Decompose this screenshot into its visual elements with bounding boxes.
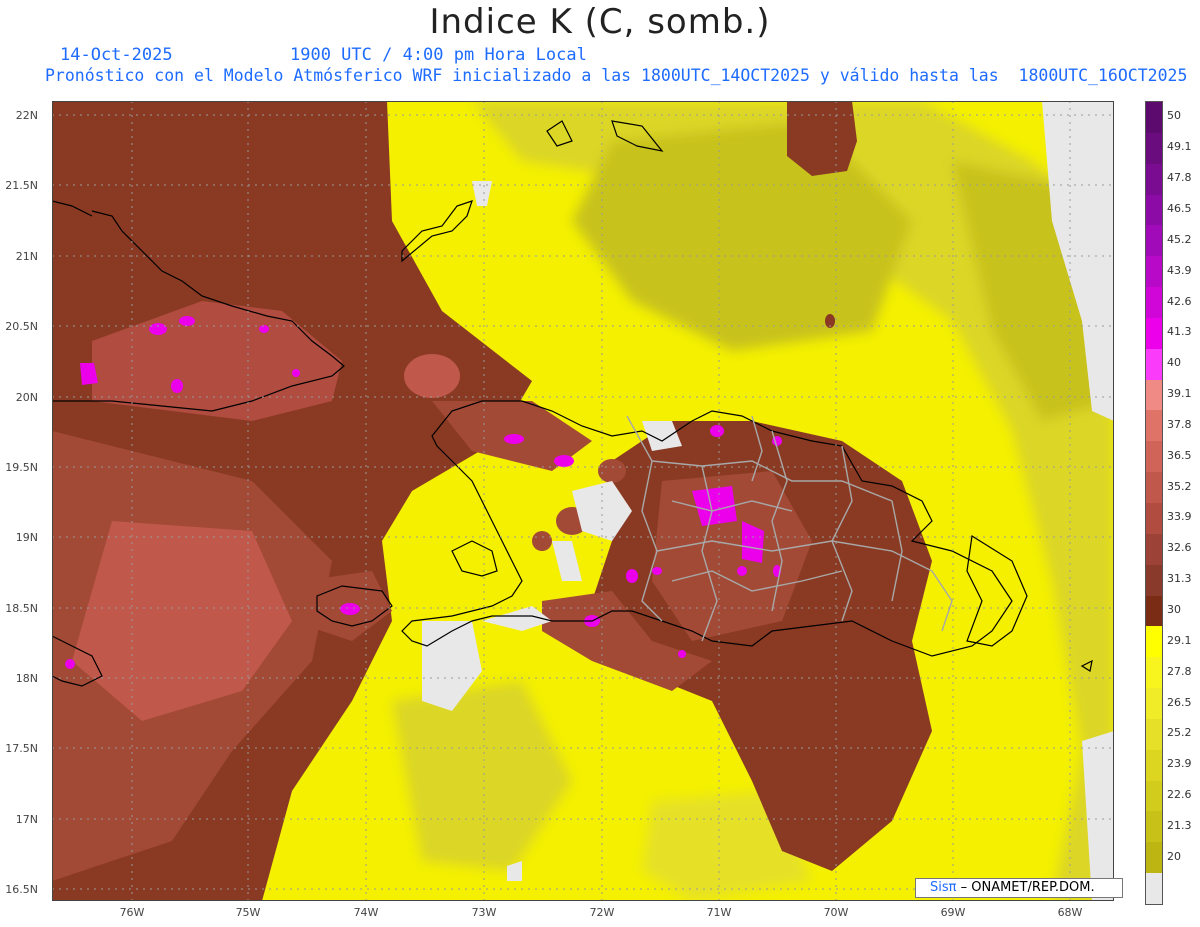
- k-index-map: [52, 101, 1114, 901]
- lat-label: 19N: [15, 531, 38, 544]
- color-scale-label: 37.8: [1167, 417, 1192, 431]
- color-scale-label: 47.8: [1167, 171, 1192, 185]
- color-scale-segment: [1146, 348, 1162, 381]
- color-scale-label: 40: [1167, 356, 1181, 370]
- color-scale-label: 42.6: [1167, 294, 1192, 308]
- color-scale-label: 31.3: [1167, 572, 1192, 586]
- color-scale-segment: [1146, 533, 1162, 566]
- color-scale-label: 50: [1167, 109, 1181, 123]
- color-scale-segment: [1146, 811, 1162, 843]
- lat-label: 19.5N: [5, 461, 38, 474]
- color-scale-label: 41.3: [1167, 325, 1192, 339]
- color-scale-label: 43.9: [1167, 263, 1192, 277]
- color-scale-segment: [1146, 132, 1162, 165]
- color-scale-label: 26.5: [1167, 695, 1192, 709]
- lon-label: 73W: [471, 906, 497, 919]
- lat-label: 17.5N: [5, 742, 38, 755]
- lon-label: 69W: [940, 906, 966, 919]
- color-scale-segment: [1146, 410, 1162, 442]
- brown-spot-north: [404, 354, 460, 398]
- forecast-time: 1900 UTC / 4:00 pm Hora Local: [290, 45, 587, 65]
- map-title: Indice K (C, somb.): [429, 2, 771, 42]
- color-scale-label: 39.1: [1167, 387, 1192, 401]
- color-scale-segment: [1146, 842, 1162, 874]
- lat-label: 21.5N: [5, 179, 38, 192]
- lat-label: 18N: [15, 672, 38, 685]
- forecast-date: 14-Oct-2025: [60, 45, 173, 65]
- color-scale-segment: [1146, 287, 1162, 319]
- color-scale-segment: [1146, 564, 1162, 597]
- lon-label: 71W: [706, 906, 732, 919]
- lat-label: 17N: [15, 813, 38, 826]
- color-scale-label: 29.1: [1167, 633, 1192, 647]
- color-scale-segment: [1146, 194, 1162, 226]
- lon-label: 70W: [823, 906, 849, 919]
- lat-label: 20N: [15, 391, 38, 404]
- color-scale-segment: [1146, 749, 1162, 782]
- color-scale-label: 35.2: [1167, 479, 1192, 493]
- credit-box: Sisπ – ONAMET/REP.DOM.: [915, 878, 1123, 898]
- color-scale-label: 21.3: [1167, 818, 1192, 832]
- color-scale-label: 33.9: [1167, 510, 1192, 524]
- color-scale-label: 49.1: [1167, 140, 1192, 154]
- lon-label: 74W: [353, 906, 379, 919]
- lat-label: 21N: [15, 250, 38, 263]
- lat-label: 16.5N: [5, 883, 38, 896]
- color-scale-segment: [1146, 873, 1162, 904]
- color-scale-segment: [1146, 657, 1162, 689]
- lat-label: 18.5N: [5, 602, 38, 615]
- lon-label: 75W: [235, 906, 261, 919]
- color-scale-segment: [1146, 595, 1162, 627]
- lon-label: 76W: [119, 906, 145, 919]
- color-scale-segment: [1146, 718, 1162, 751]
- color-scale-label: 20: [1167, 849, 1181, 863]
- color-scale-label: 45.2: [1167, 232, 1192, 246]
- color-scale-label: 25.2: [1167, 726, 1192, 740]
- color-scale-label: 46.5: [1167, 201, 1192, 215]
- color-scale-segment: [1146, 379, 1162, 411]
- color-scale-label: 22.6: [1167, 788, 1192, 802]
- color-scale-label: 36.5: [1167, 448, 1192, 462]
- credit-org-text: – ONAMET/REP.DOM.: [960, 880, 1095, 895]
- color-scale-segment: [1146, 256, 1162, 288]
- color-scale-segment: [1146, 503, 1162, 535]
- color-scale-segment: [1146, 626, 1162, 658]
- color-scale-segment: [1146, 688, 1162, 720]
- color-scale-segment: [1146, 102, 1162, 134]
- color-scale-label: 27.8: [1167, 664, 1192, 678]
- color-scale-segment: [1146, 472, 1162, 504]
- color-scale-segment: [1146, 225, 1162, 257]
- color-scale-label: 30: [1167, 602, 1181, 616]
- color-scale-segment: [1146, 317, 1162, 350]
- lat-label: 22N: [15, 109, 38, 122]
- credit-logo-text: Sisπ: [930, 880, 957, 895]
- lon-label: 72W: [589, 906, 615, 919]
- color-scale-segment: [1146, 441, 1162, 473]
- forecast-description: Pronóstico con el Modelo Atmósferico WRF…: [45, 66, 1188, 85]
- color-scale-bar: [1145, 101, 1163, 905]
- color-scale-segment: [1146, 163, 1162, 196]
- color-scale-segment: [1146, 780, 1162, 812]
- color-scale-label: 23.9: [1167, 757, 1192, 771]
- lon-label: 68W: [1057, 906, 1083, 919]
- color-scale-label: 32.6: [1167, 541, 1192, 555]
- lat-label: 20.5N: [5, 320, 38, 333]
